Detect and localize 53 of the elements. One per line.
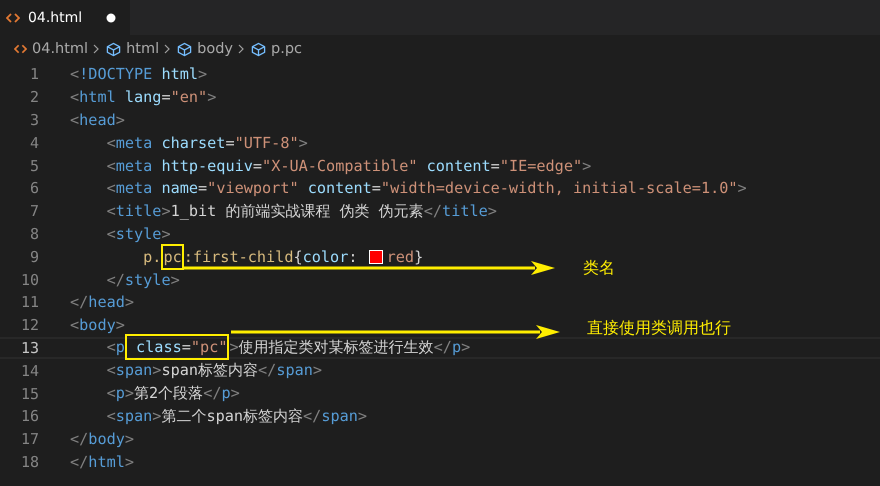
code-text: <style> (106, 224, 171, 243)
cube-icon (106, 42, 122, 56)
color-swatch[interactable] (368, 250, 383, 264)
unsaved-dot-icon[interactable] (106, 12, 116, 22)
breadcrumb-item[interactable]: p.pc (271, 41, 302, 57)
line-number: 15 (20, 384, 39, 403)
code-file-icon (6, 12, 20, 22)
code-text: </body> (70, 430, 134, 448)
line-number: 10 (20, 270, 39, 289)
line-number: 13 (20, 338, 39, 357)
cube-icon (177, 42, 192, 56)
line-number: 4 (28, 134, 39, 152)
annotation-label: 类名 (583, 258, 615, 279)
file-tab[interactable]: 04.html (0, 0, 130, 35)
code-text: <meta name="viewport" content="width=device-width, initial-scale=1.0"> (106, 179, 747, 198)
line-number: 11 (20, 293, 39, 312)
code-text: <span>第二个span标签内容</span> (106, 406, 368, 427)
code-text: <meta charset="UTF-8"> (106, 134, 308, 152)
code-file-icon (14, 44, 27, 54)
chevron-icon (238, 44, 244, 54)
chevron-icon (93, 44, 100, 54)
chevron-icon (164, 44, 170, 54)
line-number: 12 (20, 316, 39, 334)
code-text: <body> (70, 316, 125, 334)
cube-icon (251, 42, 266, 56)
line-number: 16 (20, 407, 39, 426)
line-number: 6 (28, 179, 39, 198)
annotation-label: 直接使用类调用也行 (587, 318, 731, 339)
code-text: </style> (106, 270, 180, 289)
breadcrumb-item[interactable]: 04.html (32, 41, 88, 57)
line-number: 14 (20, 362, 39, 380)
line-number: 18 (20, 452, 39, 471)
code-text: <title>1_bit 的前端实战课程 伪类 伪元素</title> (106, 200, 497, 222)
code-text: <p class="pc">使用指定类对某标签进行生效</p> (70, 337, 470, 358)
code-text: </html> (70, 452, 134, 471)
code-text: <p>第2个段落</p> (106, 383, 240, 404)
line-number: 7 (28, 202, 39, 220)
breadcrumb-item[interactable]: body (197, 41, 233, 57)
code-text: <span>span标签内容</span> (106, 360, 322, 382)
line-number: 2 (28, 88, 39, 106)
line-number: 3 (28, 110, 39, 129)
code-text: <!DOCTYPE html> (70, 65, 208, 84)
line-number: 9 (28, 248, 39, 266)
line-number: 17 (20, 430, 39, 448)
line-number: 1 (28, 65, 39, 84)
code-text: </head> (70, 293, 134, 312)
code-text: <head> (70, 110, 125, 129)
line-number: 5 (28, 156, 39, 175)
line-number: 8 (28, 224, 39, 243)
code-text: <meta http-equiv="X-UA-Compatible" content="IE=edge"> (106, 156, 592, 175)
code-text: <html lang="en"> (70, 88, 216, 106)
breadcrumb-item[interactable]: html (126, 41, 160, 57)
code-text: red} (386, 248, 424, 266)
